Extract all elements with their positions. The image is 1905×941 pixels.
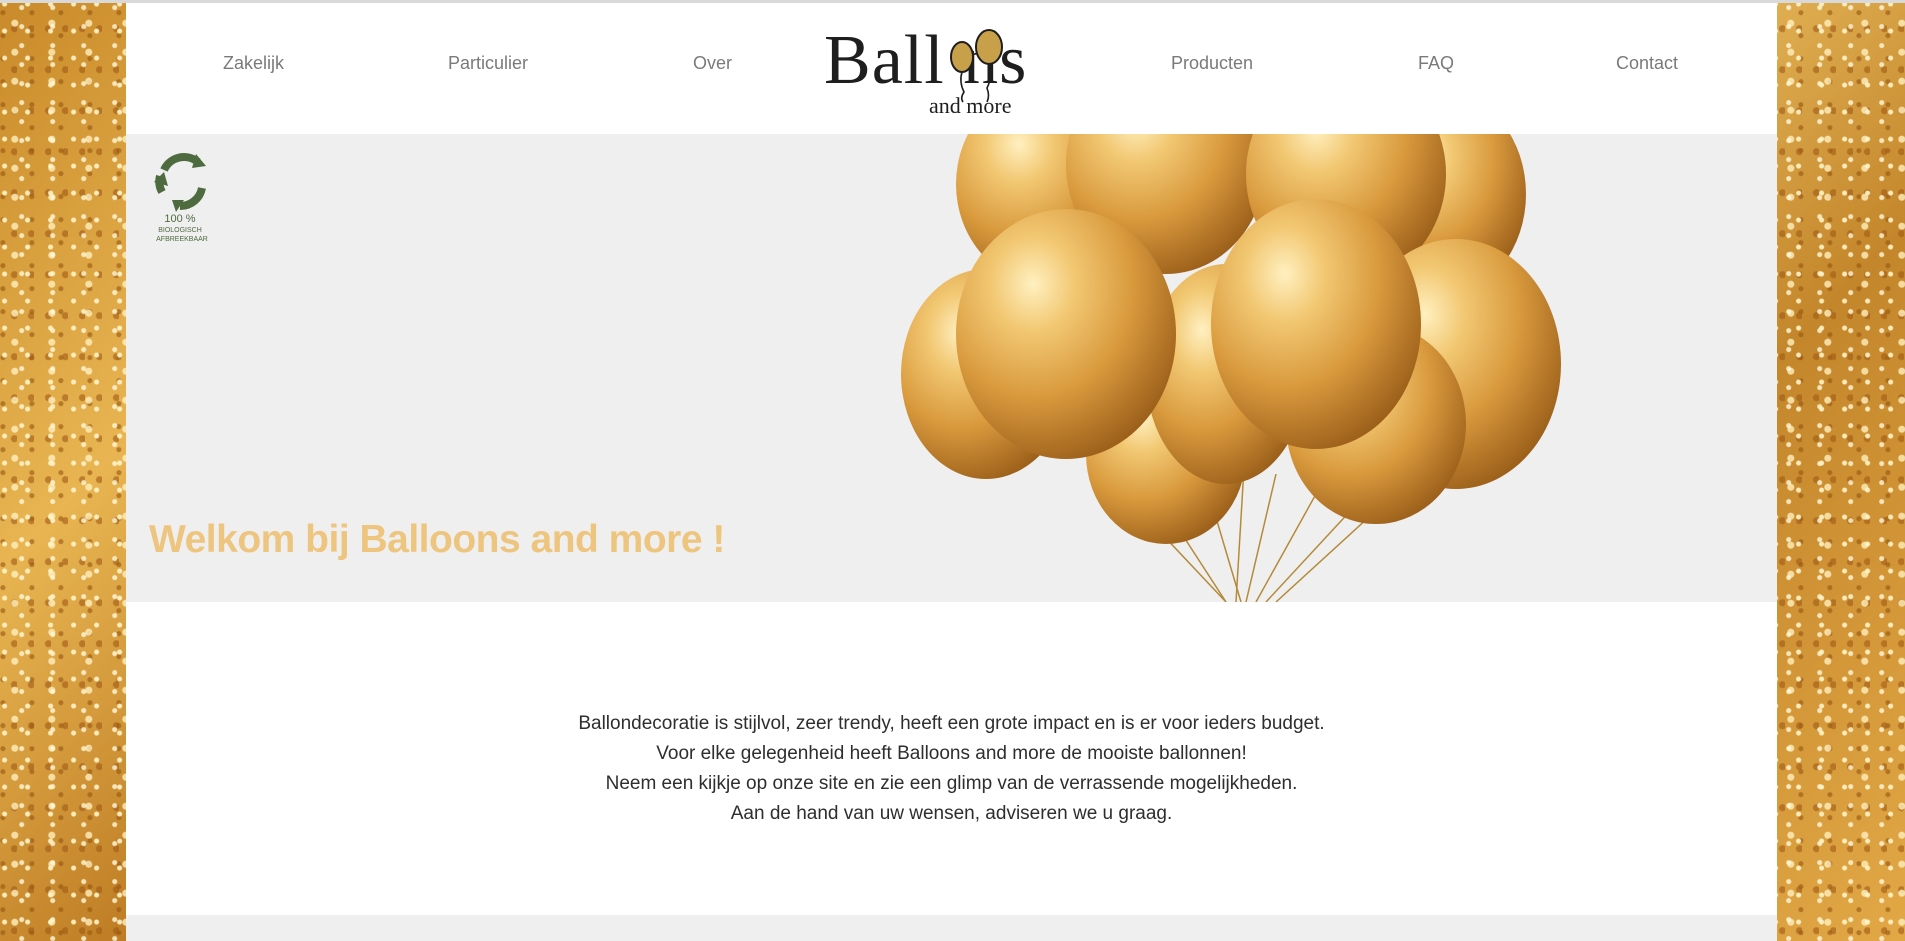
logo-balloons-icon xyxy=(950,29,1003,103)
page-container: Zakelijk Particulier Over Ball ns and mo… xyxy=(126,3,1777,941)
nav-over[interactable]: Over xyxy=(693,53,732,74)
biodegradable-badge: 100 % BIOLOGISCH AFBREEKBAAR xyxy=(150,148,214,248)
hero-title: Welkom bij Balloons and more ! xyxy=(149,518,725,562)
intro-text: Ballondecoratie is stijlvol, zeer trendy… xyxy=(126,709,1777,829)
logo-subtitle: and more xyxy=(929,93,1012,118)
gold-balloons-image xyxy=(901,134,1561,602)
nav-faq[interactable]: FAQ xyxy=(1418,53,1454,74)
nav-producten[interactable]: Producten xyxy=(1171,53,1253,74)
intro-line: Voor elke gelegenheid heeft Balloons and… xyxy=(656,743,1247,764)
intro-line: Aan de hand van uw wensen, adviseren we … xyxy=(730,803,1173,824)
badge-percent: 100 % xyxy=(164,213,195,225)
recycle-icon: 100 % BIOLOGISCH AFBREEKBAAR xyxy=(154,153,208,243)
nav-contact[interactable]: Contact xyxy=(1616,53,1678,74)
intro-section: Ballondecoratie is stijlvol, zeer trendy… xyxy=(126,602,1777,915)
badge-afbreekbaar: AFBREEKBAAR xyxy=(156,236,208,243)
site-header: Zakelijk Particulier Over Ball ns and mo… xyxy=(126,3,1777,134)
intro-line: Neem een kijkje op onze site en zie een … xyxy=(605,773,1298,794)
intro-line: Ballondecoratie is stijlvol, zeer trendy… xyxy=(578,713,1325,734)
badge-biologisch: BIOLOGISCH xyxy=(158,227,202,234)
hero-banner: 100 % BIOLOGISCH AFBREEKBAAR Welkom bij … xyxy=(126,134,1777,602)
nav-zakelijk[interactable]: Zakelijk xyxy=(223,53,284,74)
next-section-band xyxy=(126,915,1777,941)
nav-particulier[interactable]: Particulier xyxy=(448,53,528,74)
site-logo[interactable]: Ball ns and more xyxy=(824,15,1084,125)
